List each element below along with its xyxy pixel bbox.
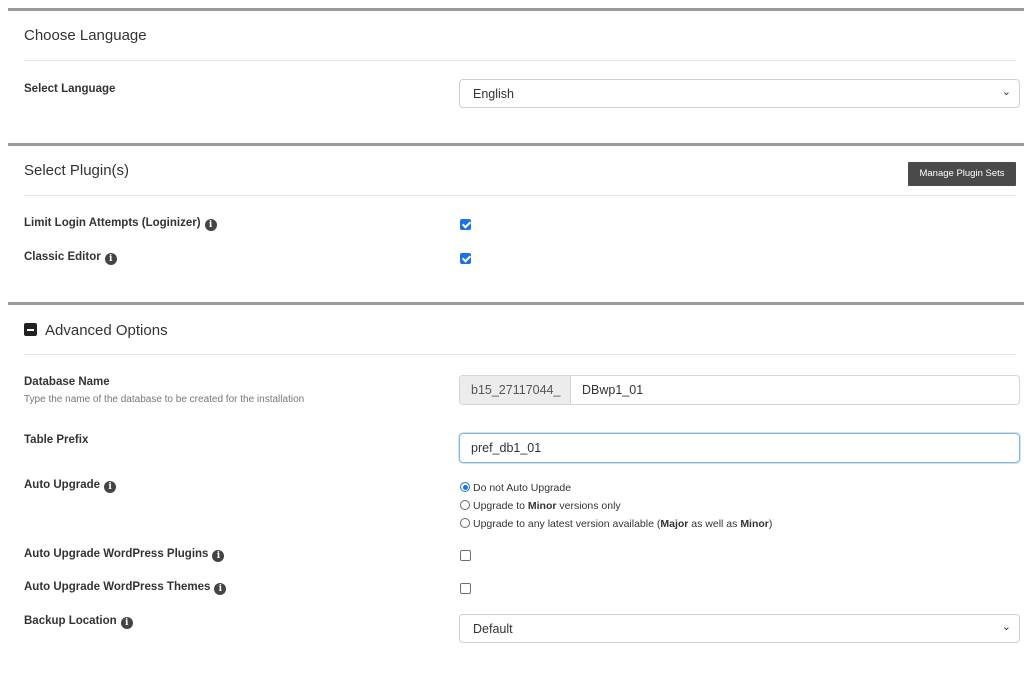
radio-selected-icon[interactable]	[460, 482, 470, 492]
plugin-label-text: Limit Login Attempts (Loginizer)	[24, 217, 201, 229]
auto-upgrade-plugins-checkbox[interactable]	[460, 550, 471, 561]
radio-label-pre: Upgrade to	[473, 500, 528, 512]
info-circle-icon[interactable]: i	[104, 481, 117, 493]
auto-upgrade-plugins-row: Auto Upgrade WordPress Plugins i	[24, 548, 1016, 568]
plugin-row: Classic Editor i	[24, 251, 1016, 271]
radio-label-post: )	[768, 518, 773, 530]
table-prefix-row: Table Prefix pref_db1_01	[24, 433, 1020, 464]
section-title: Choose Language	[24, 27, 147, 44]
table-prefix-value: pref_db1_01	[471, 441, 542, 455]
radio-label-bold: Minor	[740, 518, 769, 530]
minus-square-icon[interactable]	[24, 323, 37, 336]
database-name-help: Type the name of the database to be crea…	[24, 394, 305, 405]
auto-upgrade-plugins-label: Auto Upgrade WordPress Plugins i	[24, 548, 225, 562]
radio-label-pre: Upgrade to any latest version available …	[473, 518, 661, 530]
info-circle-icon[interactable]: i	[120, 617, 133, 629]
loginizer-checkbox[interactable]	[460, 219, 471, 230]
plugin-label: Classic Editor i	[24, 251, 117, 265]
auto-upgrade-themes-checkbox[interactable]	[460, 583, 471, 594]
section-title: Select Plugin(s)	[24, 162, 130, 179]
language-select[interactable]: English ⌄	[459, 79, 1020, 108]
backup-location-value: Default	[473, 622, 513, 636]
choose-language-section: Choose Language Select Language English …	[8, 8, 1024, 138]
table-prefix-input[interactable]: pref_db1_01	[459, 433, 1020, 463]
auto-upgrade-themes-text: Auto Upgrade WordPress Themes	[24, 581, 211, 593]
radio-upgrade-latest[interactable]: Upgrade to any latest version available …	[460, 518, 772, 530]
info-circle-icon[interactable]: i	[212, 550, 225, 562]
radio-label-bold: Minor	[527, 500, 557, 512]
advanced-options-section: Advanced Options Database Name Type the …	[8, 302, 1024, 673]
backup-location-row: Backup Location i Default ⌄	[24, 614, 1020, 645]
auto-upgrade-themes-label: Auto Upgrade WordPress Themes i	[24, 581, 227, 595]
info-circle-icon[interactable]: i	[214, 583, 227, 595]
auto-upgrade-row: Auto Upgrade i Do not Auto Upgrade Upgrad…	[24, 479, 1016, 535]
radio-empty-icon[interactable]	[460, 518, 470, 528]
manage-plugin-sets-button[interactable]: Manage Plugin Sets	[908, 162, 1016, 186]
select-plugins-section: Select Plugin(s) Manage Plugin Sets Limi…	[8, 143, 1024, 303]
language-select-value: English	[473, 87, 514, 101]
section-title: Advanced Options	[24, 322, 168, 339]
database-name-field[interactable]: b15_27117044_ DBwp1_01	[459, 375, 1020, 405]
radio-label: Do not Auto Upgrade	[473, 482, 572, 494]
plugin-label: Limit Login Attempts (Loginizer) i	[24, 217, 217, 231]
chevron-down-icon: ⌄	[1001, 86, 1011, 98]
section-header: Select Plugin(s) Manage Plugin Sets	[24, 146, 1016, 196]
database-name-row: Database Name Type the name of the datab…	[24, 375, 1020, 412]
auto-upgrade-themes-row: Auto Upgrade WordPress Themes i	[24, 581, 1016, 601]
select-language-label: Select Language	[24, 83, 116, 95]
table-prefix-label: Table Prefix	[24, 434, 89, 446]
classic-editor-checkbox[interactable]	[460, 253, 471, 264]
radio-do-not-upgrade[interactable]: Do not Auto Upgrade	[460, 482, 571, 494]
plugin-label-text: Classic Editor	[24, 251, 101, 263]
database-name-value: DBwp1_01	[582, 383, 644, 397]
auto-upgrade-label: Auto Upgrade i	[24, 479, 117, 493]
info-circle-icon[interactable]: i	[104, 253, 117, 265]
backup-location-text: Backup Location	[24, 615, 117, 627]
chevron-down-icon: ⌄	[1001, 621, 1011, 633]
language-row: Select Language English ⌄	[24, 79, 1020, 113]
advanced-options-title: Advanced Options	[45, 322, 168, 339]
radio-empty-icon[interactable]	[460, 500, 470, 510]
database-prefix-addon: b15_27117044_	[460, 376, 571, 404]
radio-label-post: versions only	[556, 500, 621, 512]
database-name-label: Database Name	[24, 376, 110, 388]
plugin-row: Limit Login Attempts (Loginizer) i	[24, 217, 1016, 237]
section-header: Choose Language	[24, 11, 1016, 61]
radio-label-bold: Major	[660, 518, 689, 530]
section-header[interactable]: Advanced Options	[24, 305, 1016, 355]
radio-upgrade-minor[interactable]: Upgrade to Minor versions only	[460, 500, 621, 512]
auto-upgrade-plugins-text: Auto Upgrade WordPress Plugins	[24, 548, 209, 560]
info-circle-icon[interactable]: i	[204, 219, 217, 231]
auto-upgrade-label-text: Auto Upgrade	[24, 479, 101, 491]
radio-label-mid: as well as	[688, 518, 741, 530]
backup-location-label: Backup Location i	[24, 615, 133, 629]
backup-location-select[interactable]: Default ⌄	[459, 614, 1020, 643]
